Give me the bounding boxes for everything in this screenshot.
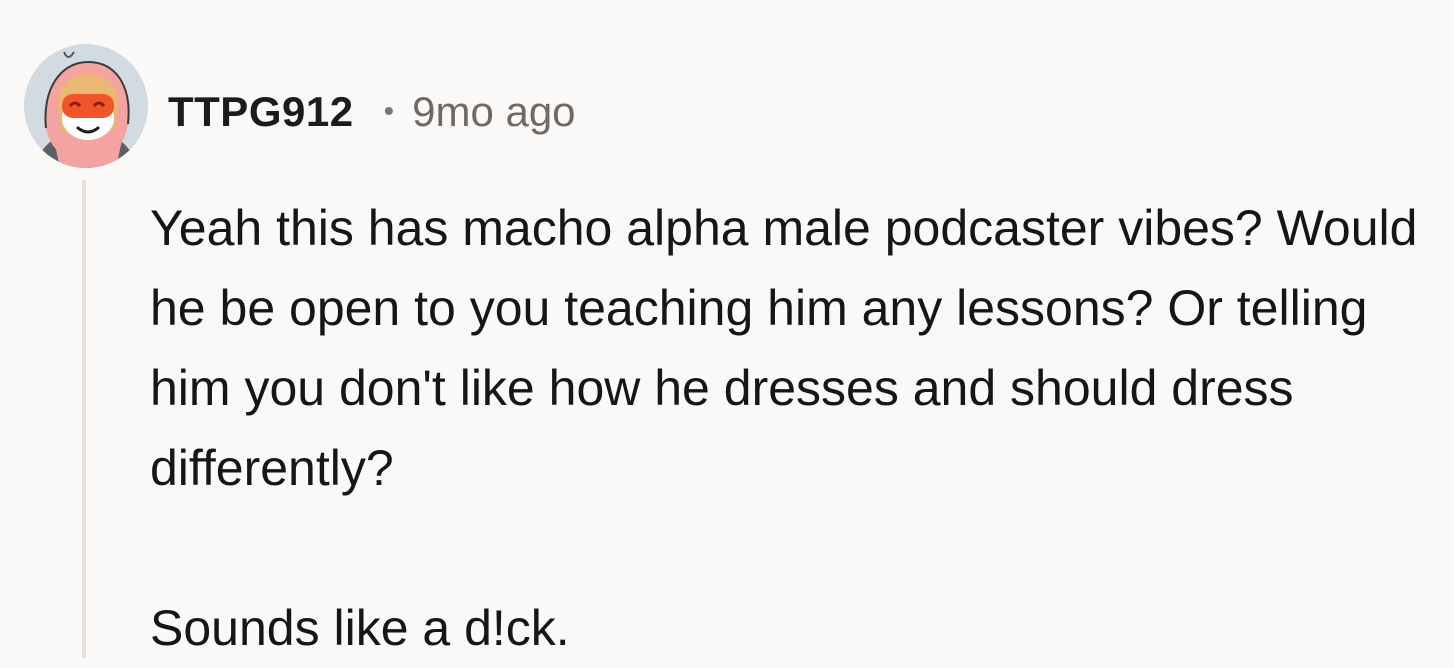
comment-timestamp[interactable]: 9mo ago <box>412 88 575 136</box>
comment: TTPG912 • 9mo ago Yeah this has macho al… <box>0 0 1454 658</box>
thread-line[interactable] <box>82 180 86 658</box>
avatar[interactable] <box>24 44 148 168</box>
comment-meta: TTPG912 • 9mo ago <box>168 84 576 140</box>
author-username[interactable]: TTPG912 <box>168 88 354 136</box>
meta-separator: • <box>383 95 395 128</box>
comment-paragraph: Sounds like a d!ck. <box>150 600 570 656</box>
comment-body: Yeah this has macho alpha male podcaster… <box>150 188 1450 668</box>
user-avatar-icon <box>24 44 148 168</box>
comment-paragraph: Yeah this has macho alpha male podcaster… <box>150 200 1418 496</box>
